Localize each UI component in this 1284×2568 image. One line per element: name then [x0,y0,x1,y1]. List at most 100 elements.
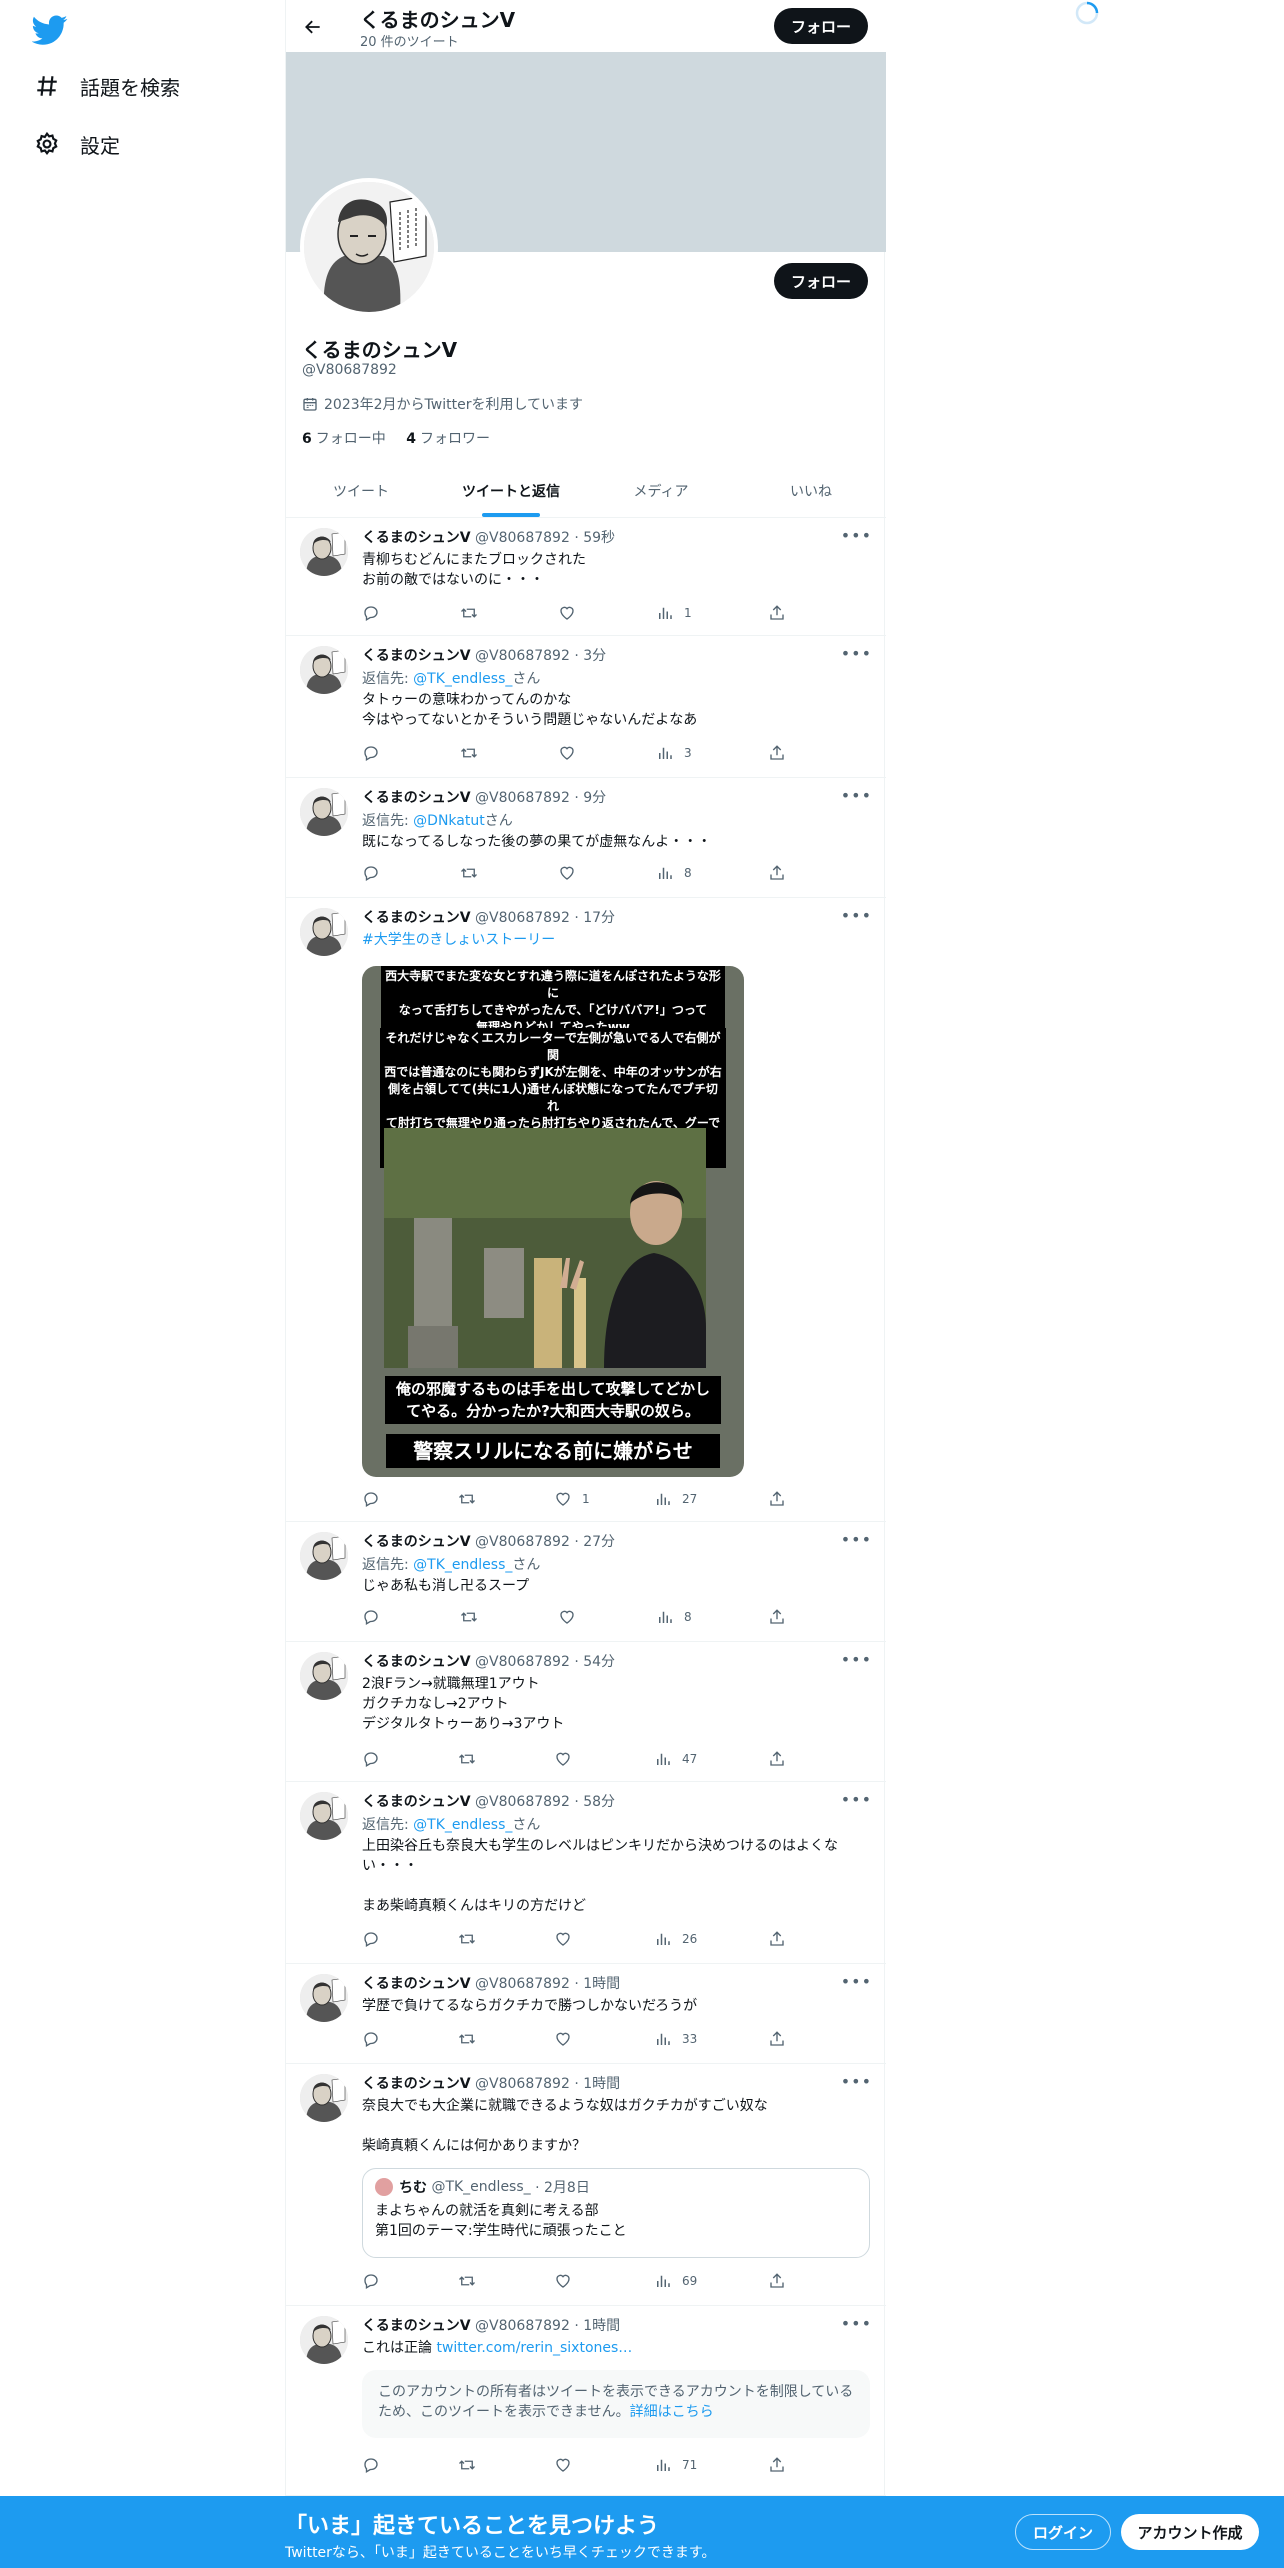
views-button[interactable]: 26 [654,1930,697,1948]
share-button[interactable] [768,1750,796,1768]
retweet-button[interactable] [460,604,488,622]
tab-media[interactable]: メディア [586,464,736,517]
like-button[interactable] [558,864,586,882]
retweet-button[interactable] [460,1608,488,1626]
tweet[interactable]: くるまのシュンV @V80687892 · 3分 返信先: @TK_endles… [286,636,886,778]
share-button[interactable] [768,1608,796,1626]
like-button[interactable] [554,1750,582,1768]
reply-button[interactable] [362,2456,390,2474]
reply-button[interactable] [362,1490,390,1508]
tweet-link[interactable]: twitter.com/rerin_sixtones… [436,2340,632,2356]
views-button[interactable]: 33 [654,2030,697,2048]
like-button[interactable] [558,604,586,622]
tweet-avatar[interactable] [300,1792,348,1840]
learn-more-link[interactable]: 詳細はこちら [630,2404,714,2420]
retweet-button[interactable] [458,1490,486,1508]
tweet[interactable]: くるまのシュンV @V80687892 · 27分 返信先: @TK_endle… [286,1522,886,1642]
share-button[interactable] [768,2272,796,2290]
share-button[interactable] [768,2030,796,2048]
signup-button[interactable]: アカウント作成 [1121,2514,1259,2550]
tweet[interactable]: くるまのシュンV @V80687892 · 59秒 青柳ちむどんにまたブロックさ… [286,518,886,636]
like-button[interactable] [554,2272,582,2290]
reply-button[interactable] [362,1930,390,1948]
retweet-button[interactable] [460,864,488,882]
tweet-avatar[interactable] [300,1532,348,1580]
retweet-button[interactable] [458,2456,486,2474]
views-button[interactable]: 71 [654,2456,697,2474]
retweet-button[interactable] [460,744,488,762]
retweet-button[interactable] [458,2272,486,2290]
tweet[interactable]: くるまのシュンV @V80687892 · 17分 #大学生のきしょいストーリー… [286,898,886,1522]
views-button[interactable]: 8 [656,1608,692,1626]
reply-button[interactable] [362,604,390,622]
like-button[interactable] [558,1608,586,1626]
more-icon[interactable]: ••• [841,1972,872,1991]
nav-settings[interactable]: 設定 [34,124,120,164]
more-icon[interactable]: ••• [841,2314,872,2333]
tweet[interactable]: くるまのシュンV @V80687892 · 1時間 奈良大でも大企業に就職できる… [286,2064,886,2306]
tweet-avatar[interactable] [300,1652,348,1700]
views-button[interactable]: 1 [656,604,692,622]
like-button[interactable] [554,2456,582,2474]
views-button[interactable]: 27 [654,1490,697,1508]
tab-tweets-and-replies[interactable]: ツイートと返信 [436,464,586,517]
profile-avatar[interactable] [300,178,438,316]
views-button[interactable]: 8 [656,864,692,882]
header-follow-button[interactable]: フォロー [774,8,868,44]
tab-likes[interactable]: いいね [736,464,886,517]
followers-link[interactable]: 4 フォロワー [406,431,490,447]
reply-button[interactable] [362,864,390,882]
more-icon[interactable]: ••• [841,2072,872,2091]
retweet-button[interactable] [458,2030,486,2048]
retweet-button[interactable] [458,1750,486,1768]
tweet-avatar[interactable] [300,2074,348,2122]
reply-button[interactable] [362,2030,390,2048]
tweet[interactable]: くるまのシュンV @V80687892 · 58分 返信先: @TK_endle… [286,1782,886,1964]
retweet-button[interactable] [458,1930,486,1948]
more-icon[interactable]: ••• [841,644,872,663]
share-button[interactable] [768,2456,796,2474]
tweet[interactable]: くるまのシュンV @V80687892 · 1時間 学歴で負けてるならガクチカで… [286,1964,886,2064]
login-button[interactable]: ログイン [1015,2514,1111,2550]
share-button[interactable] [768,744,796,762]
share-button[interactable] [768,1490,796,1508]
tweet-avatar[interactable] [300,908,348,956]
reply-button[interactable] [362,2272,390,2290]
tweet[interactable]: くるまのシュンV @V80687892 · 54分 2浪Fラン→就職無理1アウト… [286,1642,886,1782]
share-button[interactable] [768,1930,796,1948]
tweet-avatar[interactable] [300,1974,348,2022]
more-icon[interactable]: ••• [841,1530,872,1549]
nav-explore[interactable]: 話題を検索 [34,66,180,106]
reply-button[interactable] [362,744,390,762]
hashtag-link[interactable]: #大学生のきしょいストーリー [362,930,870,950]
tweet-avatar[interactable] [300,646,348,694]
tweet[interactable]: くるまのシュンV @V80687892 · 1時間 これは正論 twitter.… [286,2306,886,2496]
views-button[interactable]: 47 [654,1750,697,1768]
more-icon[interactable]: ••• [841,906,872,925]
more-icon[interactable]: ••• [841,1650,872,1669]
views-button[interactable]: 3 [656,744,692,762]
following-link[interactable]: 6 フォロー中 [302,431,386,447]
more-icon[interactable]: ••• [841,526,872,545]
back-button[interactable] [298,12,328,42]
like-button[interactable] [558,744,586,762]
share-button[interactable] [768,604,796,622]
tab-tweets[interactable]: ツイート [286,464,436,517]
reply-button[interactable] [362,1750,390,1768]
tweet-avatar[interactable] [300,2316,348,2364]
more-icon[interactable]: ••• [841,786,872,805]
reply-button[interactable] [362,1608,390,1626]
like-button[interactable] [554,1930,582,1948]
profile-follow-button[interactable]: フォロー [774,263,868,299]
like-button[interactable] [554,2030,582,2048]
tweet-avatar[interactable] [300,788,348,836]
share-button[interactable] [768,864,796,882]
more-icon[interactable]: ••• [841,1790,872,1809]
tweet[interactable]: くるまのシュンV @V80687892 · 9分 返信先: @DNkatutさん… [286,778,886,898]
tweet-avatar[interactable] [300,528,348,576]
twitter-logo-icon[interactable] [32,12,68,48]
views-button[interactable]: 69 [654,2272,697,2290]
like-button[interactable]: 1 [554,1490,590,1508]
quoted-tweet[interactable]: ちむ @TK_endless_ · 2月8日 まよちゃんの就活を真剣に考える部 … [362,2168,870,2258]
tweet-media-image[interactable]: 西大寺駅でまた変な女とすれ違う際に道をんぽされたような形に なって舌打ちしてきや… [362,966,744,1477]
